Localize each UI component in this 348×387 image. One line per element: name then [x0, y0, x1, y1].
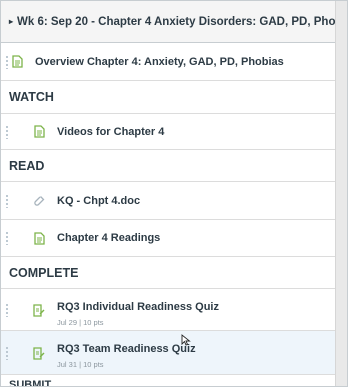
collapse-caret-icon[interactable]: ▸: [9, 17, 13, 26]
document-icon: [33, 125, 45, 139]
module-item-rq3-individual[interactable]: RQ3 Individual Readiness Quiz Jul 29 | 1…: [1, 289, 337, 331]
module-item-readings[interactable]: Chapter 4 Readings: [1, 220, 337, 257]
module-item-kq-doc[interactable]: KQ - Chpt 4.doc: [1, 182, 337, 220]
text-header-submit: SUBMIT: [1, 379, 337, 387]
module-item-overview[interactable]: Overview Chapter 4: Anxiety, GAD, PD, Ph…: [1, 43, 337, 81]
header-title: SUBMIT: [9, 379, 52, 387]
link-icon: [33, 194, 45, 208]
drag-handle-icon[interactable]: [5, 231, 9, 245]
module-title: Wk 6: Sep 20 - Chapter 4 Anxiety Disorde…: [17, 15, 337, 28]
mouse-pointer-icon: [181, 334, 191, 349]
text-header-read: READ: [1, 150, 337, 182]
header-title: WATCH: [9, 90, 54, 104]
module-header[interactable]: ▸ Wk 6: Sep 20 - Chapter 4 Anxiety Disor…: [1, 1, 337, 43]
item-title[interactable]: Overview Chapter 4: Anxiety, GAD, PD, Ph…: [35, 56, 284, 68]
drag-handle-icon[interactable]: [5, 302, 9, 317]
item-meta: Jul 29 | 10 pts: [57, 318, 104, 327]
text-header-watch: WATCH: [1, 81, 337, 114]
header-title: READ: [9, 158, 45, 173]
document-icon: [33, 231, 45, 245]
drag-handle-icon[interactable]: [5, 124, 9, 139]
item-title[interactable]: Videos for Chapter 4: [57, 126, 164, 138]
module-panel: ▸ Wk 6: Sep 20 - Chapter 4 Anxiety Disor…: [0, 0, 348, 387]
module-item-videos[interactable]: Videos for Chapter 4: [1, 114, 337, 150]
document-icon: [11, 55, 23, 69]
item-title[interactable]: RQ3 Individual Readiness Quiz: [57, 301, 219, 313]
drag-handle-icon[interactable]: [5, 193, 9, 208]
item-meta: Jul 31 | 10 pts: [57, 360, 104, 369]
quiz-icon: [33, 346, 45, 360]
drag-handle-icon[interactable]: [5, 345, 9, 360]
item-title[interactable]: RQ3 Team Readiness Quiz: [57, 343, 196, 355]
vertical-scrollbar[interactable]: [335, 1, 347, 386]
item-title[interactable]: Chapter 4 Readings: [57, 232, 160, 244]
text-header-complete: COMPLETE: [1, 257, 337, 289]
header-title: COMPLETE: [9, 265, 79, 280]
module-item-rq3-team[interactable]: RQ3 Team Readiness Quiz Jul 31 | 10 pts: [1, 331, 337, 375]
drag-handle-icon[interactable]: [5, 54, 9, 69]
item-title[interactable]: KQ - Chpt 4.doc: [57, 195, 140, 207]
quiz-icon: [33, 303, 45, 317]
